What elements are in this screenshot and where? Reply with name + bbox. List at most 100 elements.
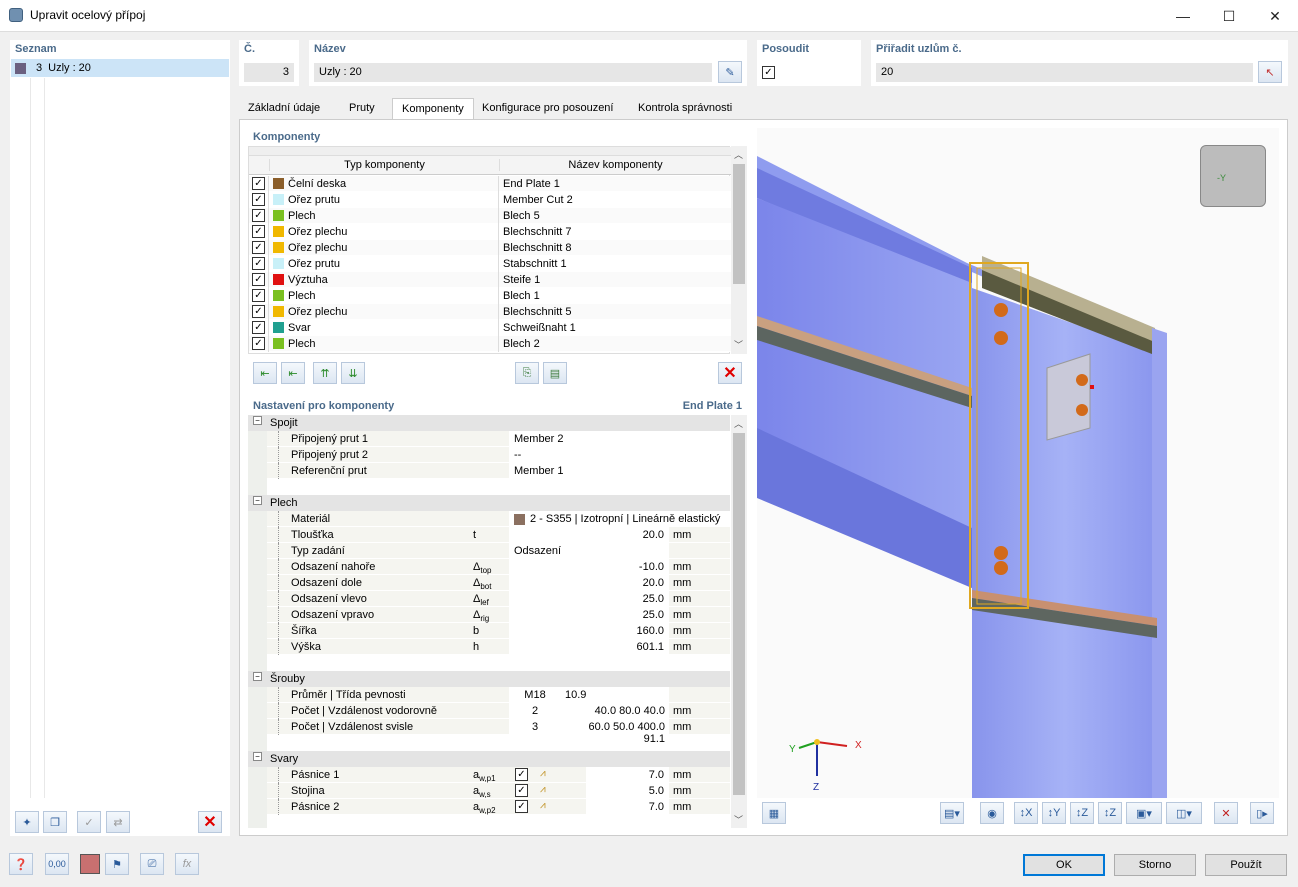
collapse-icon[interactable]: − [253, 496, 262, 505]
property-row[interactable]: Počet | Vzdálenost vodorovně 2 40.0 80.0 4… [248, 703, 730, 719]
scroll-thumb[interactable] [733, 164, 745, 284]
component-checkbox-cell[interactable]: ✓ [249, 191, 269, 208]
scroll-up-icon[interactable]: ︿ [734, 148, 743, 161]
scroll-down-icon[interactable]: ﹀ [734, 813, 743, 826]
property-row[interactable]: Průměr | Třída pevnosti M18 10.9 [248, 687, 730, 703]
scroll-up-icon[interactable]: ︿ [734, 417, 743, 430]
property-row[interactable]: Stojina aw,s ✓ ⩘ 5.0 mm [248, 783, 730, 799]
component-checkbox[interactable]: ✓ [252, 225, 265, 238]
component-row[interactable]: ✓ Čelní deska End Plate 1 [249, 176, 731, 192]
property-row[interactable]: Odsazení dole Δbot 20.0 mm [248, 575, 730, 591]
property-row[interactable]: Šířka b 160.0 mm [248, 623, 730, 639]
component-row[interactable]: ✓ Ořez plechu Blechschnitt 5 [249, 303, 731, 320]
component-checkbox-cell[interactable]: ✓ [249, 335, 269, 352]
component-row[interactable]: ✓ Ořez plechu Blechschnitt 7 [249, 223, 731, 240]
component-row[interactable]: ✓ Plech Blech 1 [249, 287, 731, 304]
formula-icon[interactable]: fx [175, 853, 199, 875]
close-button[interactable]: ✕ [1252, 0, 1298, 32]
property-row[interactable]: Připojený prut 2 -- [248, 447, 730, 463]
weld-checkbox[interactable]: ✓ [515, 800, 528, 813]
property-row[interactable]: Referenční prut Member 1 [248, 463, 730, 479]
uncheck-icon[interactable]: ⇄ [106, 811, 130, 833]
cube-view-icon[interactable]: ◫▾ [1166, 802, 1202, 824]
minimize-button[interactable]: — [1160, 0, 1206, 32]
component-checkbox-cell[interactable]: ✓ [249, 303, 269, 320]
component-row[interactable]: ✓ Ořez prutu Member Cut 2 [249, 191, 731, 208]
edit-name-icon[interactable]: ✎ [718, 61, 742, 83]
property-row[interactable]: Odsazení vpravo Δrig 25.0 mm [248, 607, 730, 623]
reset-view-icon[interactable]: ✕ [1214, 802, 1238, 824]
maximize-button[interactable]: ☐ [1206, 0, 1252, 32]
komponenty-scrollbar[interactable]: ︿ ﹀ [731, 146, 747, 354]
weld-checkbox[interactable]: ✓ [515, 784, 528, 797]
section-header[interactable]: − Svary [248, 751, 730, 767]
ok-button[interactable]: OK [1023, 854, 1105, 876]
component-checkbox-cell[interactable]: ✓ [249, 176, 269, 192]
component-checkbox-cell[interactable]: ✓ [249, 319, 269, 336]
storno-button[interactable]: Storno [1114, 854, 1196, 876]
check-all-icon[interactable]: ✓ [77, 811, 101, 833]
component-checkbox-cell[interactable]: ✓ [249, 271, 269, 288]
property-row[interactable]: Pásnice 2 aw,p2 ✓ ⩘ 7.0 mm [248, 799, 730, 815]
collapse-icon[interactable]: − [253, 416, 262, 425]
move-down-icon[interactable]: ⇊ [341, 362, 365, 384]
posoudit-checkbox[interactable]: ✓ [762, 66, 775, 79]
component-checkbox-cell[interactable]: ✓ [249, 207, 269, 224]
nastaveni-scrollbar[interactable]: ︿ ﹀ [731, 415, 747, 828]
view-x-icon[interactable]: ↕X [1014, 802, 1038, 824]
color-icon[interactable] [80, 854, 100, 874]
tab-konfigurace[interactable]: Konfigurace pro posouzení [473, 98, 622, 120]
collapse-icon[interactable]: − [253, 752, 262, 761]
expand-view-icon[interactable]: ▯▸ [1250, 802, 1274, 824]
model-icon[interactable]: ⎚ [140, 853, 164, 875]
render-mode-icon[interactable]: ▣▾ [1126, 802, 1162, 824]
3d-view[interactable]: -Y X Y Z [757, 128, 1279, 798]
move-left-2-icon[interactable]: ⇤ [281, 362, 305, 384]
view-neg-y-icon[interactable]: ↕Y [1042, 802, 1066, 824]
visibility-icon[interactable]: ◉ [980, 802, 1004, 824]
property-row[interactable]: Výška h 601.1 mm [248, 639, 730, 655]
delete-component-icon[interactable]: ✕ [718, 362, 742, 384]
pick-node-icon[interactable]: ↖ [1258, 61, 1282, 83]
component-checkbox[interactable]: ✓ [252, 241, 265, 254]
view-z-icon[interactable]: ↕Z [1070, 802, 1094, 824]
material-row[interactable]: Materiál 2 - S355 | Izotropní | Lineárně … [248, 511, 730, 527]
component-checkbox[interactable]: ✓ [252, 305, 265, 318]
tab-komponenty[interactable]: Komponenty [392, 98, 474, 120]
priradit-field[interactable]: 20 [876, 63, 1253, 82]
property-row[interactable]: Připojený prut 1 Member 2 [248, 431, 730, 447]
component-checkbox[interactable]: ✓ [252, 209, 265, 222]
property-row[interactable]: Odsazení nahoře Δtop -10.0 mm [248, 559, 730, 575]
component-row[interactable]: ✓ Plech Blech 5 [249, 207, 731, 224]
component-checkbox-cell[interactable]: ✓ [249, 239, 269, 256]
component-row[interactable]: ✓ Výztuha Steife 1 [249, 271, 731, 288]
component-checkbox[interactable]: ✓ [252, 273, 265, 286]
component-checkbox[interactable]: ✓ [252, 177, 265, 190]
import-icon[interactable]: ⎘ [515, 362, 539, 384]
tab-kontrola[interactable]: Kontrola správnosti [629, 98, 741, 120]
property-row[interactable]: Počet | Vzdálenost svisle 3 60.0 50.0 400.… [248, 719, 730, 745]
move-up-icon[interactable]: ⇈ [313, 362, 337, 384]
component-checkbox[interactable]: ✓ [252, 321, 265, 334]
weld-checkbox[interactable]: ✓ [515, 768, 528, 781]
section-header[interactable]: − Spojit [248, 415, 730, 431]
component-checkbox[interactable]: ✓ [252, 289, 265, 302]
view-options-icon[interactable]: ▦ [762, 802, 786, 824]
new-item-icon[interactable]: ✦ [15, 811, 39, 833]
move-left-icon[interactable]: ⇤ [253, 362, 277, 384]
component-checkbox[interactable]: ✓ [252, 257, 265, 270]
component-checkbox[interactable]: ✓ [252, 337, 265, 350]
scroll-thumb[interactable] [733, 433, 745, 795]
section-header[interactable]: − Plech [248, 495, 730, 511]
delete-item-icon[interactable]: ✕ [198, 811, 222, 833]
settings-icon[interactable]: ⚑ [105, 853, 129, 875]
component-row[interactable]: ✓ Ořez plechu Blechschnitt 8 [249, 239, 731, 256]
cislo-field[interactable]: 3 [244, 63, 294, 82]
component-checkbox-cell[interactable]: ✓ [249, 223, 269, 240]
property-row[interactable]: Odsazení vlevo Δlef 25.0 mm [248, 591, 730, 607]
scroll-down-icon[interactable]: ﹀ [734, 338, 743, 351]
seznam-item[interactable]: 3 Uzly : 20 [11, 59, 229, 77]
component-row[interactable]: ✓ Ořez prutu Stabschnitt 1 [249, 255, 731, 272]
component-checkbox-cell[interactable]: ✓ [249, 287, 269, 304]
help-icon[interactable]: ❓ [9, 853, 33, 875]
